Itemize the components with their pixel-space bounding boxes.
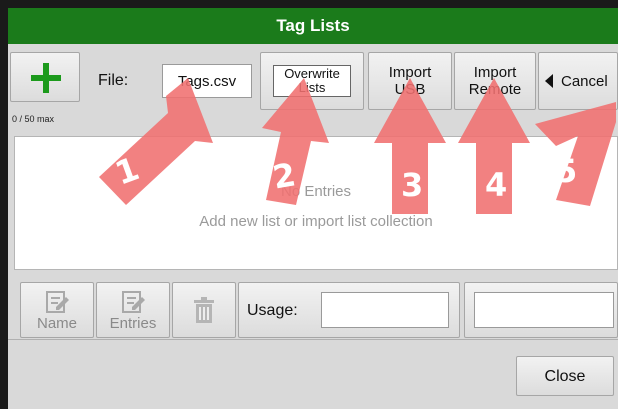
window-title: Tag Lists (8, 8, 618, 44)
plus-icon (31, 63, 61, 93)
delete-button[interactable] (172, 282, 236, 338)
close-button[interactable]: Close (516, 356, 614, 396)
import-usb-button[interactable]: Import USB (368, 52, 452, 110)
file-label: File: (98, 72, 129, 89)
empty-hint: Add new list or import list collection (199, 213, 433, 230)
trash-icon (194, 297, 214, 323)
annotation-4: 4 (485, 166, 508, 204)
edit-icon (46, 290, 69, 313)
usage-label: Usage: (247, 301, 298, 319)
usage-field-2[interactable] (474, 292, 614, 328)
edit-name-button[interactable]: Name (20, 282, 94, 338)
overwrite-lists-button[interactable]: Overwrite Lists (260, 52, 364, 110)
annotation-5: 5 (555, 152, 578, 190)
import-usb-label: Import USB (388, 64, 432, 98)
edit-icon (122, 290, 145, 313)
import-remote-label: Import Remote (468, 64, 522, 98)
triangle-left-icon (545, 74, 553, 88)
edit-entries-button[interactable]: Entries (96, 282, 170, 338)
cancel-button[interactable]: Cancel (538, 52, 618, 110)
name-label: Name (36, 314, 77, 332)
add-list-button[interactable] (10, 52, 80, 102)
footer-divider (8, 339, 618, 340)
empty-title: No Entries (280, 183, 352, 200)
usage-field-1[interactable] (321, 292, 449, 328)
tag-list-area[interactable]: No Entries Add new list or import list c… (14, 136, 618, 270)
list-count: 0 / 50 max (12, 114, 55, 124)
overwrite-lists-label: Overwrite Lists (273, 65, 351, 97)
entries-label: Entries (109, 314, 157, 332)
annotation-3: 3 (401, 166, 424, 204)
file-name-field[interactable]: Tags.csv (162, 64, 252, 98)
import-remote-button[interactable]: Import Remote (454, 52, 536, 110)
tag-lists-window: Tag Lists 0 / 50 max File: Tags.csv Over… (8, 8, 618, 409)
cancel-label: Cancel (561, 72, 608, 90)
